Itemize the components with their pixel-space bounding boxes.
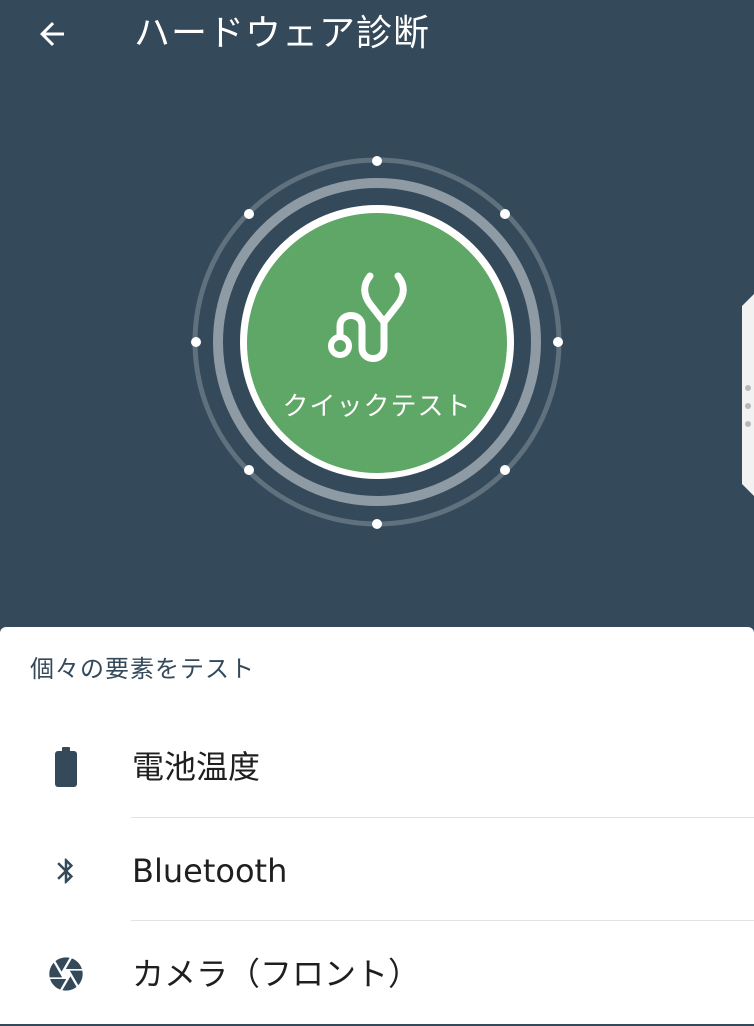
item-label: カメラ（フロント） <box>132 955 421 993</box>
camera-aperture-icon-container <box>40 952 92 996</box>
battery-icon <box>55 747 77 787</box>
bluetooth-icon-container <box>40 849 92 893</box>
list-item-front-camera[interactable]: カメラ（フロント） <box>0 922 754 1026</box>
page-title: ハードウェア診断 <box>134 13 431 54</box>
section-title: 個々の要素をテスト <box>30 655 255 683</box>
quick-test-button[interactable]: クイックテスト <box>236 202 518 484</box>
stethoscope-icon <box>328 272 407 362</box>
item-label: 電池温度 <box>132 748 261 786</box>
list-item-battery-temperature[interactable]: 電池温度 <box>0 715 754 819</box>
component-test-sheet: 個々の要素をテスト 電池温度 Bluetooth カメラ（フロント） <box>0 627 754 1024</box>
list-item-bluetooth[interactable]: Bluetooth <box>0 819 754 923</box>
back-button[interactable] <box>22 6 82 62</box>
app-bar: ハードウェア診断 <box>0 0 754 70</box>
camera-aperture-icon <box>49 957 83 991</box>
side-panel-handle[interactable] <box>739 294 754 496</box>
item-label: Bluetooth <box>132 852 288 890</box>
divider <box>131 920 754 921</box>
divider <box>131 817 754 818</box>
header-area: ハードウェア診断 クイックテスト <box>0 0 754 628</box>
battery-icon-container <box>40 745 92 789</box>
bluetooth-icon <box>57 858 74 884</box>
quick-test-label: クイックテスト <box>282 392 472 422</box>
arrow-left-icon <box>40 22 64 46</box>
